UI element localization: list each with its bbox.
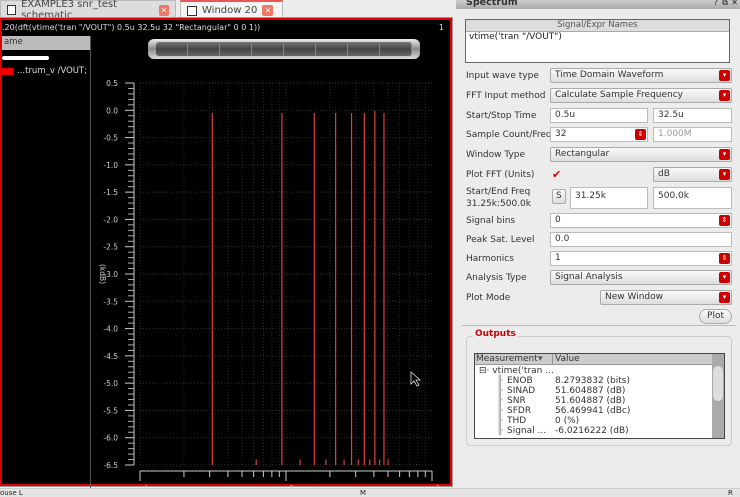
measurement-name[interactable]: SINAD bbox=[507, 386, 535, 396]
measurement-name[interactable]: SFDR bbox=[507, 406, 531, 416]
measurement-value: -6.0216222 (dB) bbox=[555, 426, 629, 436]
y-tick-label: -4.5 bbox=[103, 352, 118, 361]
y-tick-label: 0.5 bbox=[106, 79, 118, 88]
tree-line: ╟ bbox=[497, 416, 503, 426]
plot-window[interactable]: .20(dft(vtime('tran "/VOUT") 0.5u 32.5u … bbox=[0, 17, 453, 488]
signal-list[interactable]: Signal/Expr Names vtime('tran "/VOUT") bbox=[465, 19, 730, 63]
y-tick-label: -0.5 bbox=[103, 134, 118, 143]
measurement-value: 51.604887 (dB) bbox=[555, 396, 626, 406]
y-tick-label: -5.0 bbox=[103, 379, 118, 388]
y-tick-label: -6.5 bbox=[103, 461, 118, 470]
tree-line: ╟ bbox=[497, 426, 503, 436]
peak-sat-label: Peak Sat. Level bbox=[466, 235, 535, 245]
measurement-value: 51.604887 (dB) bbox=[555, 386, 626, 396]
spinner-icon: ⇕ bbox=[719, 253, 730, 264]
y-tick-label: -5.5 bbox=[103, 406, 118, 415]
close-button[interactable]: ✕ bbox=[731, 0, 738, 7]
tree-line: ╟ bbox=[497, 406, 503, 416]
chevron-down-icon: ▾ bbox=[719, 292, 730, 303]
y-axis-label: (kdB) bbox=[98, 264, 107, 284]
plot-fft-checkbox[interactable]: ✔ bbox=[552, 168, 561, 181]
plot-mode-select[interactable]: New Window ▾ bbox=[600, 290, 732, 305]
mouse-cursor-icon bbox=[410, 371, 422, 387]
measurement-value: 56.469941 (dBc) bbox=[555, 406, 631, 416]
status-mouse-left: ouse L bbox=[0, 489, 23, 497]
measurement-value: 0 (%) bbox=[555, 416, 580, 426]
chevron-down-icon: ▾ bbox=[719, 149, 730, 160]
sample-count-spinner[interactable]: 32 ⇕ bbox=[550, 127, 648, 142]
panel-title: Spectrum bbox=[466, 0, 518, 8]
start-time-input[interactable]: 0.5u bbox=[550, 108, 648, 123]
measurement-value: 8.2793832 (bits) bbox=[555, 376, 630, 386]
sample-freq-input: 1.000M bbox=[653, 127, 732, 142]
fft-input-method-select[interactable]: Calculate Sample Frequency ▾ bbox=[550, 88, 732, 103]
analysis-type-label: Analysis Type bbox=[466, 273, 527, 283]
peak-sat-input[interactable]: 0.0 bbox=[550, 232, 732, 247]
tree-group[interactable]: ⊟· vtime('tran ... bbox=[479, 366, 554, 376]
measurement-name[interactable]: THD bbox=[507, 416, 526, 426]
harmonics-spinner[interactable]: 1 ⇕ bbox=[550, 251, 732, 266]
start-stop-time-label: Start/Stop Time bbox=[466, 111, 537, 121]
tree-line: ╟ bbox=[497, 386, 503, 396]
y-tick-label: -1.0 bbox=[103, 161, 118, 170]
tree-line: ╟ bbox=[497, 376, 503, 386]
harmonics-label: Harmonics bbox=[466, 254, 514, 264]
window-type-select[interactable]: Rectangular ▾ bbox=[550, 147, 732, 162]
status-mouse-right: R bbox=[728, 489, 733, 497]
fft-input-method-label: FFT Input method bbox=[466, 91, 546, 101]
divider bbox=[462, 325, 736, 326]
x-tick-exponent: 5 bbox=[290, 485, 294, 486]
spinner-icon: ⇕ bbox=[719, 215, 730, 226]
start-end-freq-range: 31.25k:500.0k bbox=[466, 199, 531, 209]
signal-item[interactable]: vtime('tran "/VOUT") bbox=[466, 32, 729, 42]
plot-fft-label: Plot FFT (Units) bbox=[466, 170, 535, 180]
y-tick-label: -6.0 bbox=[103, 434, 118, 443]
signal-list-header: Signal/Expr Names bbox=[466, 20, 729, 32]
sample-count-label: Sample Count/Freq bbox=[466, 130, 552, 140]
chevron-down-icon: ▾ bbox=[719, 70, 730, 81]
column-measurement[interactable]: Measurement bbox=[476, 354, 538, 364]
start-end-freq-label: Start/End Freq bbox=[466, 187, 531, 197]
chevron-down-icon: ▾ bbox=[719, 272, 730, 283]
window-type-label: Window Type bbox=[466, 150, 526, 160]
help-button[interactable]: ? bbox=[714, 0, 718, 7]
plot-button[interactable]: Plot bbox=[699, 309, 732, 324]
x-tick-exponent: 6 bbox=[436, 485, 440, 486]
analysis-type-select[interactable]: Signal Analysis ▾ bbox=[550, 270, 732, 285]
spectrum-chart: 0.50.0-0.5-1.0-1.5-2.0-2.5-3.0-3.5-4.0-4… bbox=[98, 79, 440, 486]
input-wave-type-label: Input wave type bbox=[466, 71, 539, 81]
y-tick-label: 0.0 bbox=[106, 106, 118, 115]
y-tick-label: -2.5 bbox=[103, 243, 118, 252]
sort-icon[interactable]: ▾ bbox=[538, 354, 543, 364]
outputs-title: Outputs bbox=[473, 329, 518, 339]
y-tick-label: -2.0 bbox=[103, 215, 118, 224]
stop-time-input[interactable]: 32.5u bbox=[653, 108, 732, 123]
units-select[interactable]: dB ▾ bbox=[653, 167, 732, 182]
signal-bins-label: Signal bins bbox=[466, 216, 516, 226]
status-mouse-mid: M bbox=[360, 489, 367, 497]
chevron-down-icon: ▾ bbox=[719, 90, 730, 101]
spinner-icon: ⇕ bbox=[635, 129, 646, 140]
measurement-name[interactable]: Signal ... bbox=[507, 426, 546, 436]
x-tick-exponent: 4 bbox=[144, 485, 148, 486]
start-freq-input[interactable]: 31.25k bbox=[570, 187, 648, 209]
y-tick-label: -1.5 bbox=[103, 188, 118, 197]
status-bar: ouse L M R bbox=[0, 488, 740, 497]
panel-titlebar: Spectrum ? ⧉ ✕ bbox=[456, 0, 740, 9]
s-button[interactable]: S bbox=[552, 189, 566, 204]
column-value[interactable]: Value bbox=[552, 354, 580, 364]
chevron-down-icon: ▾ bbox=[719, 169, 730, 180]
measurement-name[interactable]: ENOB bbox=[507, 376, 533, 386]
signal-bins-spinner[interactable]: 0 ⇕ bbox=[550, 213, 732, 228]
outputs-scrollbar[interactable] bbox=[712, 354, 724, 438]
plot-mode-label: Plot Mode bbox=[466, 293, 511, 303]
measurement-name[interactable]: SNR bbox=[507, 396, 526, 406]
y-tick-label: -4.0 bbox=[103, 325, 118, 334]
float-button[interactable]: ⧉ bbox=[722, 0, 728, 8]
input-wave-type-select[interactable]: Time Domain Waveform ▾ bbox=[550, 68, 732, 83]
tree-line: ╟ bbox=[497, 396, 503, 406]
outputs-table[interactable]: Measurement ▾ Value ⊟· vtime('tran ... ╟… bbox=[474, 353, 725, 439]
y-tick-label: -3.5 bbox=[103, 297, 118, 306]
end-freq-input[interactable]: 500.0k bbox=[653, 187, 732, 209]
